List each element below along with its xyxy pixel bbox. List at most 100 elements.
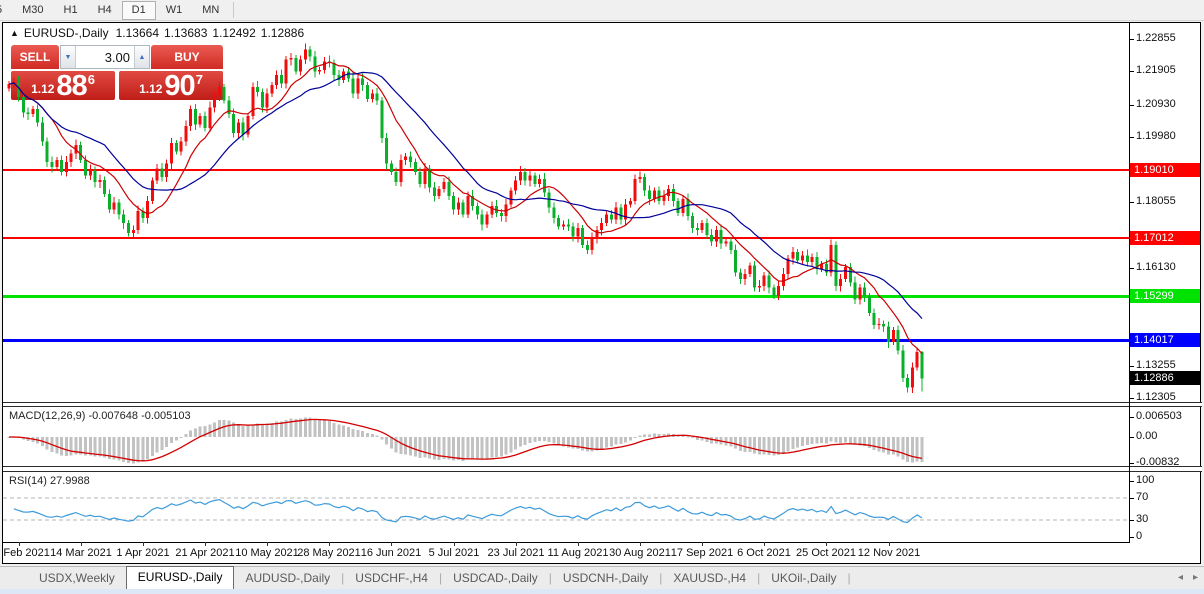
macd-signal-line [9,419,922,460]
hline [3,339,1129,342]
time-axis-label: 25 Oct 2021 [796,547,856,559]
timeframe-button-mn[interactable]: MN [192,1,229,20]
rsi-tick-label: 100 [1136,474,1154,486]
timeframe-button-m30[interactable]: M30 [12,1,53,20]
rsi-line [14,500,922,523]
price-tick-label: 1.19980 [1136,130,1176,142]
horizontal-lines-layer [3,169,1129,342]
price-axis-line [1129,23,1130,543]
ma-line-10 [9,62,922,354]
time-axis-label: 28 May 2021 [297,547,361,559]
hline [3,237,1129,239]
time-axis-label: 11 Aug 2021 [548,547,609,559]
macd-axis-tick [1129,417,1134,418]
bottom-tab-eurusd-daily[interactable]: EURUSD-,Daily [126,566,235,589]
price-line-badge: 1.14017 [1130,333,1200,347]
time-axis-tick [702,542,703,546]
chart-tab-bar: USDX,WeeklyEURUSD-,DailyAUDUSD-,Daily | US… [0,566,1204,589]
time-axis-tick [19,542,20,546]
time-axis-label: 14 Mar 2021 [50,547,112,559]
rsi-tick-label: 30 [1136,513,1148,525]
current-price-badge: 1.12886 [1130,371,1200,385]
time-axis-label: 6 Oct 2021 [737,547,791,559]
time-axis-tick [516,542,517,546]
price-axis-tick [1129,366,1134,367]
toolbar-divider [233,2,234,18]
time-axis-label: 21 Apr 2021 [175,547,234,559]
time-axis-tick [826,542,827,546]
time-axis-tick [889,542,890,546]
price-tick-label: 1.20930 [1136,98,1176,110]
time-axis-tick [205,542,206,546]
chart-window[interactable]: ▲ EURUSD-,Daily 1.13664 1.13683 1.12492 … [2,22,1201,564]
bottom-tab-usdcnh-daily[interactable]: USDCNH-,Daily [552,568,659,589]
timeframe-button-h1[interactable]: H1 [54,1,88,20]
time-axis-tick [578,542,579,546]
pane-separator[interactable] [3,402,1202,407]
macd-axis-tick [1129,463,1134,464]
macd-histogram [8,418,924,464]
rsi-label: RSI(14) 27.9988 [9,475,90,487]
time-axis-label: 12 Nov 2021 [858,547,920,559]
mt4-application: 5M30H1H4D1W1MN ▲ EURUSD-,Daily 1.13664 1… [0,0,1204,594]
time-axis-tick [267,542,268,546]
time-axis-label: 10 May 2021 [235,547,299,559]
timeframe-button-d1[interactable]: D1 [122,1,156,20]
macd-tick-label: -0.00832 [1136,456,1179,468]
price-line-badge: 1.15299 [1130,289,1200,303]
time-axis-label: 17 Sep 2021 [671,547,733,559]
time-axis-tick [764,542,765,546]
status-strip [0,589,1204,594]
price-axis-tick [1129,39,1134,40]
bottom-tab-usdx-weekly[interactable]: USDX,Weekly [28,568,126,589]
rsi-axis-tick [1129,498,1134,499]
tab-scroll-left-icon[interactable]: ◂ [1178,572,1183,583]
rsi-axis-tick [1129,520,1134,521]
price-tick-label: 1.16130 [1136,261,1176,273]
rsi-tick-label: 70 [1136,491,1148,503]
bottom-tab-xauusd-h4[interactable]: XAUUSD-,H4 [662,568,757,589]
macd-label: MACD(12,26,9) -0.007648 -0.005103 [9,410,191,422]
time-axis-label: 30 Aug 2021 [609,547,671,559]
price-axis-tick [1129,268,1134,269]
rsi-axis-tick [1129,481,1134,482]
bottom-tab-audusd-daily[interactable]: AUDUSD-,Daily [234,568,341,589]
time-axis-label: 16 Jun 2021 [361,547,422,559]
time-axis-tick [454,542,455,546]
tab-scroll-right-icon[interactable]: ▸ [1193,572,1198,583]
time-axis-tick [640,542,641,546]
time-axis-label: 5 Jul 2021 [429,547,480,559]
rsi-tick-label: 0 [1136,530,1142,542]
price-line-badge: 1.19010 [1130,163,1200,177]
time-axis-tick [81,542,82,546]
hline [3,295,1129,298]
rsi-pane-bottom-border [3,542,1129,543]
price-line-badge: 1.17012 [1130,231,1200,245]
time-axis-tick [143,542,144,546]
price-axis-tick [1129,137,1134,138]
bottom-tab-ukoil-daily[interactable]: UKOil-,Daily [760,568,847,589]
time-axis-label: 23 Feb 2021 [0,547,50,559]
timeframe-button-w1[interactable]: W1 [156,1,193,20]
macd-axis-tick [1129,437,1134,438]
price-tick-label: 1.22855 [1136,32,1176,44]
price-axis-tick [1129,202,1134,203]
macd-tick-label: 0.00 [1136,430,1157,442]
pane-separator[interactable] [3,466,1202,472]
rsi-axis-tick [1129,537,1134,538]
bottom-tab-usdchf-h4[interactable]: USDCHF-,H4 [344,568,439,589]
time-axis-label: 23 Jul 2021 [488,547,545,559]
price-tick-label: 1.21905 [1136,64,1176,76]
price-tick-label: 1.12305 [1136,391,1176,403]
timeframe-button-5[interactable]: 5 [0,1,12,20]
rsi-plot[interactable] [3,473,1129,541]
price-axis-tick [1129,105,1134,106]
time-axis-tick [329,542,330,546]
timeframe-toolbar: 5M30H1H4D1W1MN [0,0,1204,21]
timeframe-button-h4[interactable]: H4 [88,1,122,20]
tab-divider: | [848,571,851,589]
price-chart-plot[interactable] [3,23,1129,402]
price-tick-label: 1.18055 [1136,195,1176,207]
time-axis-tick [391,542,392,546]
bottom-tab-usdcad-daily[interactable]: USDCAD-,Daily [442,568,549,589]
